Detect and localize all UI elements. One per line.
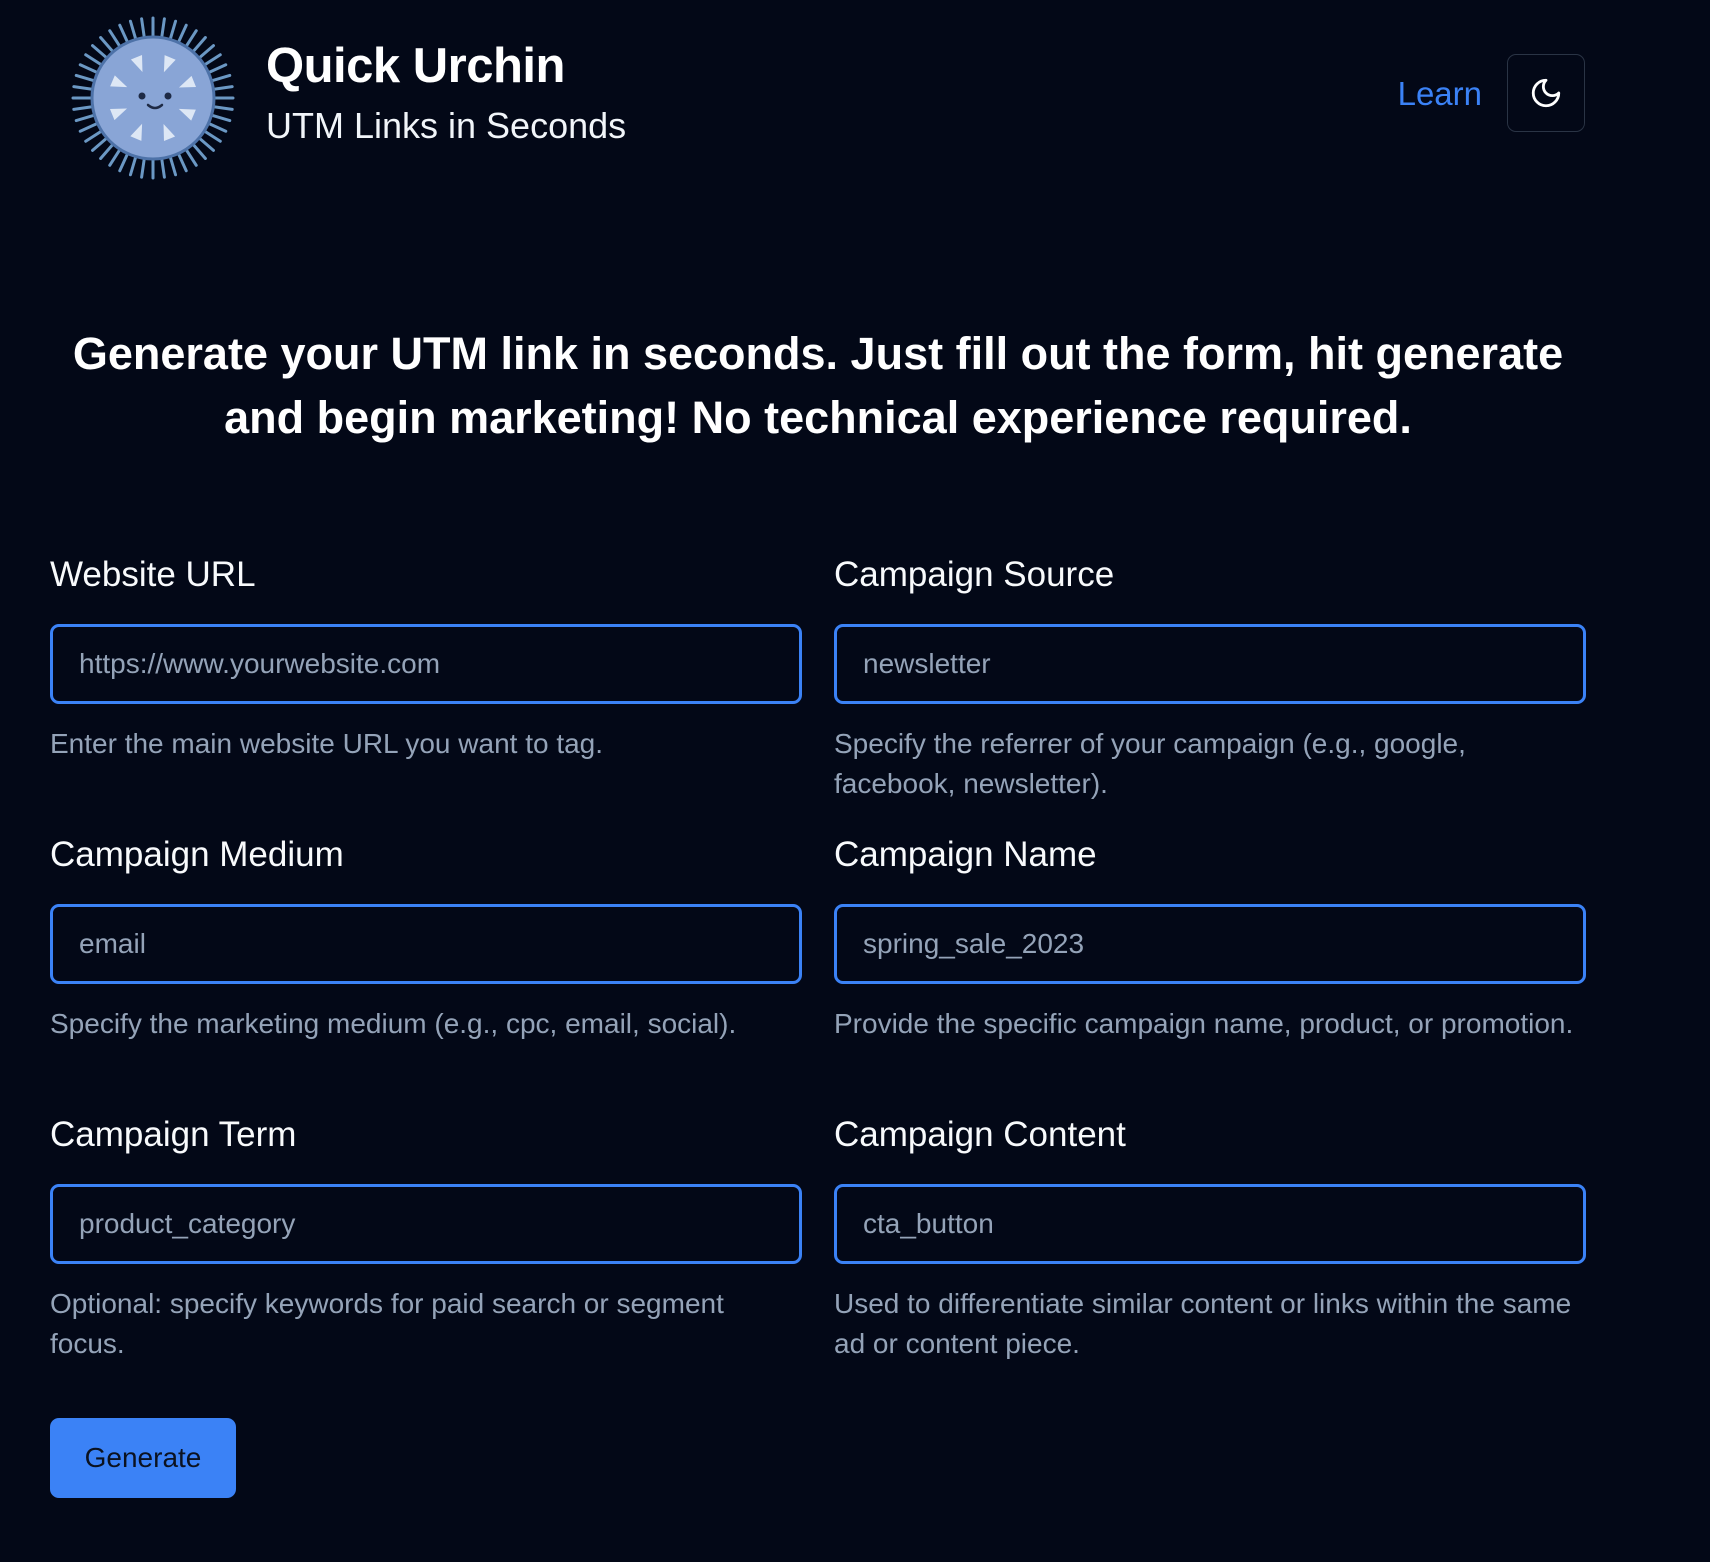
learn-link[interactable]: Learn <box>1390 75 1482 113</box>
campaign-source-input[interactable] <box>834 624 1586 704</box>
field-label: Campaign Term <box>50 1115 297 1154</box>
field-help: Specify the referrer of your campaign (e… <box>834 728 1466 799</box>
field-label: Campaign Name <box>834 835 1097 874</box>
field-help: Specify the marketing medium (e.g., cpc,… <box>50 1008 737 1039</box>
field-label: Website URL <box>50 555 256 594</box>
generate-button[interactable]: Generate <box>50 1418 236 1498</box>
brand-tagline: UTM Links in Seconds <box>266 105 627 146</box>
field-label: Campaign Source <box>834 555 1115 594</box>
brand-name: Quick Urchin <box>266 39 565 93</box>
campaign-content-field: Campaign Content Used to differentiate s… <box>834 1113 1586 1359</box>
campaign-term-field: Campaign Term Optional: specify keywords… <box>50 1113 802 1359</box>
campaign-source-field: Campaign Source Specify the referrer of … <box>834 553 1586 799</box>
campaign-name-input[interactable] <box>834 904 1586 984</box>
urchin-logo-icon <box>71 16 235 180</box>
campaign-name-field: Campaign Name Provide the specific campa… <box>834 833 1586 1039</box>
field-label: Campaign Content <box>834 1115 1126 1154</box>
website-url-input[interactable] <box>50 624 802 704</box>
moon-icon <box>1531 78 1561 108</box>
theme-toggle-button[interactable] <box>1507 54 1585 132</box>
campaign-medium-input[interactable] <box>50 904 802 984</box>
campaign-term-input[interactable] <box>50 1184 802 1264</box>
field-label: Campaign Medium <box>50 835 344 874</box>
field-help: Enter the main website URL you want to t… <box>50 728 604 759</box>
website-url-field: Website URL Enter the main website URL y… <box>50 553 802 759</box>
site-header: Quick Urchin UTM Links in Seconds Learn <box>0 0 1710 200</box>
field-help: Used to differentiate similar content or… <box>834 1288 1572 1359</box>
campaign-content-input[interactable] <box>834 1184 1586 1264</box>
field-help: Optional: specify keywords for paid sear… <box>50 1288 724 1359</box>
field-help: Provide the specific campaign name, prod… <box>834 1008 1574 1039</box>
hero-heading: Generate your UTM link in seconds. Just … <box>72 328 1564 443</box>
campaign-medium-field: Campaign Medium Specify the marketing me… <box>50 833 802 1039</box>
